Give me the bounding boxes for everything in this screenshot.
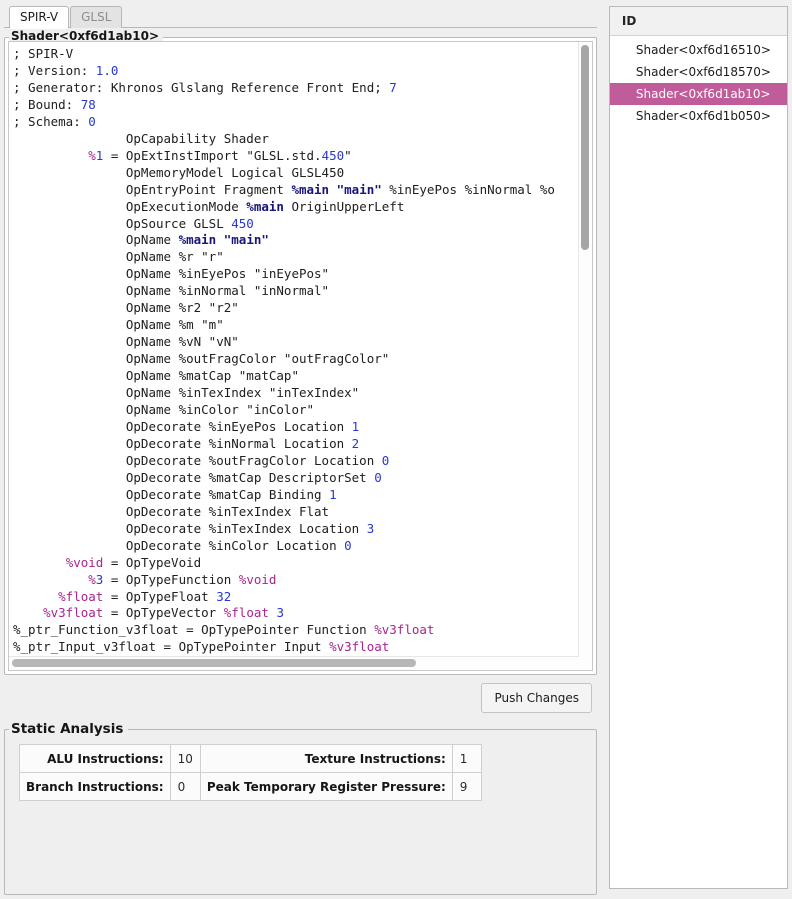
alu-instructions-value: 10 xyxy=(170,745,200,773)
shader-source-tabs: SPIR-V GLSL xyxy=(4,6,597,28)
texture-instructions-value: 1 xyxy=(452,745,481,773)
peak-register-pressure-value: 9 xyxy=(452,773,481,801)
editor-actions: Push Changes xyxy=(4,683,592,713)
editor-horizontal-scroll-thumb[interactable] xyxy=(12,659,416,667)
id-column-header: ID xyxy=(610,7,787,36)
spirv-code-text[interactable]: ; SPIR-V ; Version: 1.0 ; Generator: Khr… xyxy=(9,42,579,657)
shader-editor-frame: ; SPIR-V ; Version: 1.0 ; Generator: Khr… xyxy=(8,41,593,671)
branch-instructions-label: Branch Instructions: xyxy=(20,773,171,801)
left-panel: SPIR-V GLSL Shader<0xf6d1ab10> ; SPIR-V … xyxy=(0,0,601,899)
list-item[interactable]: Shader<0xf6d1ab10> xyxy=(610,83,787,105)
static-analysis-table: ALU Instructions: 10 Texture Instruction… xyxy=(19,744,482,801)
editor-vertical-scrollbar[interactable] xyxy=(578,42,592,657)
peak-register-pressure-label: Peak Temporary Register Pressure: xyxy=(200,773,452,801)
static-analysis-title: Static Analysis xyxy=(9,721,128,737)
tab-glsl[interactable]: GLSL xyxy=(70,6,122,28)
editor-horizontal-scrollbar[interactable] xyxy=(9,656,579,670)
editor-scroll-corner xyxy=(579,657,592,670)
id-panel: ID Shader<0xf6d16510>Shader<0xf6d18570>S… xyxy=(609,6,788,889)
push-changes-button[interactable]: Push Changes xyxy=(481,683,592,713)
tab-spirv[interactable]: SPIR-V xyxy=(9,6,69,28)
list-item[interactable]: Shader<0xf6d18570> xyxy=(610,61,787,83)
texture-instructions-label: Texture Instructions: xyxy=(200,745,452,773)
static-analysis-group: Static Analysis ALU Instructions: 10 Tex… xyxy=(4,729,597,895)
shader-editor-group: Shader<0xf6d1ab10> ; SPIR-V ; Version: 1… xyxy=(4,37,597,675)
table-row: ALU Instructions: 10 Texture Instruction… xyxy=(20,745,482,773)
table-row: Branch Instructions: 0 Peak Temporary Re… xyxy=(20,773,482,801)
list-item[interactable]: Shader<0xf6d16510> xyxy=(610,39,787,61)
editor-vertical-scroll-thumb[interactable] xyxy=(581,45,589,250)
branch-instructions-value: 0 xyxy=(170,773,200,801)
shader-id-list[interactable]: Shader<0xf6d16510>Shader<0xf6d18570>Shad… xyxy=(610,36,787,888)
alu-instructions-label: ALU Instructions: xyxy=(20,745,171,773)
panel-splitter[interactable] xyxy=(601,0,609,899)
shader-inspector-window: SPIR-V GLSL Shader<0xf6d1ab10> ; SPIR-V … xyxy=(0,0,792,899)
list-item[interactable]: Shader<0xf6d1b050> xyxy=(610,105,787,127)
